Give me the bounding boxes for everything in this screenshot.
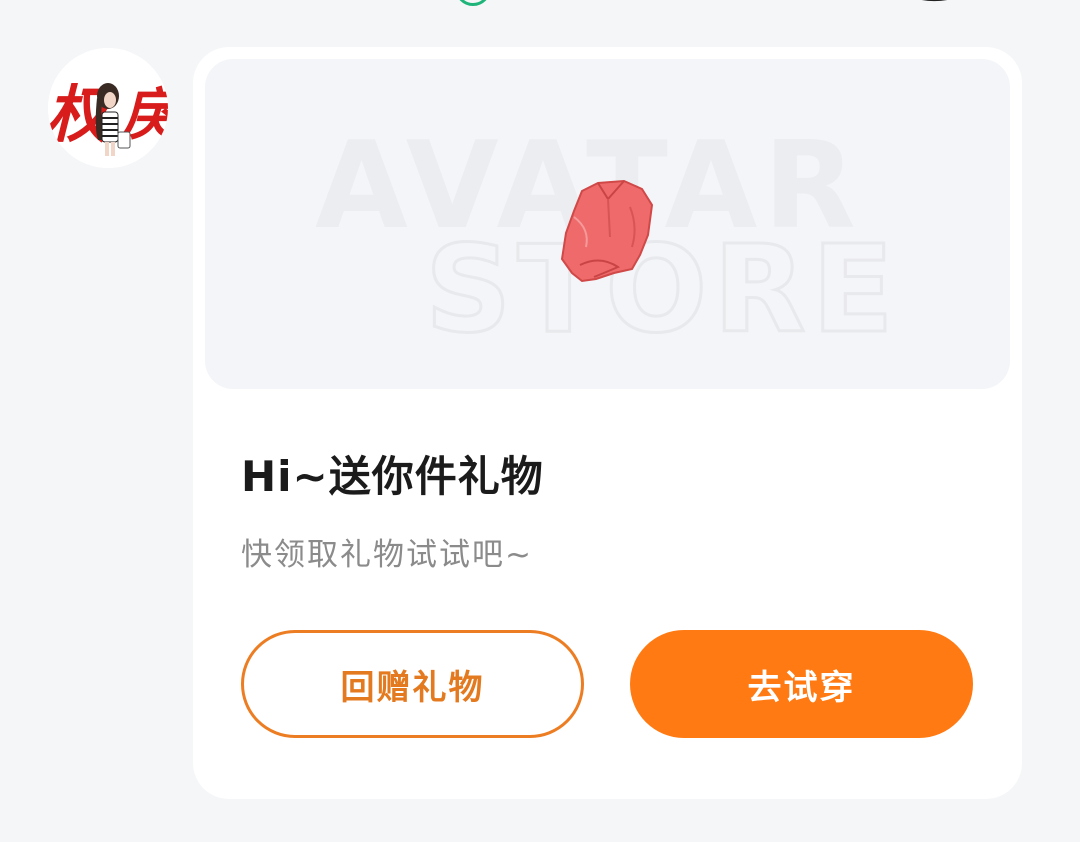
chat-screen: 权 戾 AVATAR STORE: [0, 0, 1080, 842]
try-on-button[interactable]: 去试穿: [630, 630, 973, 738]
return-gift-button[interactable]: 回赠礼物: [241, 630, 584, 738]
top-right-icon: [921, 0, 948, 2]
avatar-image: 权 戾: [48, 48, 168, 168]
sender-avatar[interactable]: 权 戾: [48, 48, 168, 168]
gift-message-card[interactable]: AVATAR STORE Hi~送你件礼物 快领取礼物试试吧~ 回赠礼物 去试穿: [193, 47, 1022, 799]
avatar-store-banner: AVATAR STORE: [315, 117, 900, 362]
gift-title: Hi~送你件礼物: [241, 452, 544, 501]
green-circle-icon: [455, 0, 491, 6]
gift-subtitle: 快领取礼物试试吧~: [241, 537, 533, 573]
top-bar-remnant: [0, 0, 1080, 10]
banner-watermark-line2: STORE: [425, 221, 900, 360]
gift-banner[interactable]: AVATAR STORE: [205, 59, 1010, 389]
